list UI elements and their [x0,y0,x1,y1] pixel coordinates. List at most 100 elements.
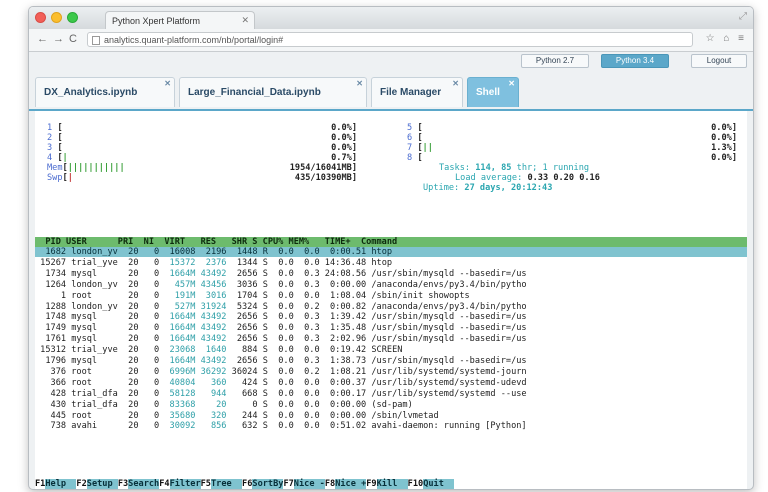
process-s: S [257,279,268,290]
process-mem: 0.3 [293,312,320,323]
function-key-f1[interactable]: F1 [35,479,45,489]
function-key-label[interactable]: Setup [86,479,118,489]
function-key-label[interactable]: Filter [169,479,201,489]
browser-menu-icons[interactable]: ☆ ⌂ ≡ [706,33,747,44]
process-ni: 0 [138,279,160,290]
url-input[interactable]: analytics.quant-platform.com/nb/portal/l… [87,32,693,47]
process-cpu: 0.0 [267,366,294,377]
process-pri: 20 [122,290,139,301]
tab-file-manager[interactable]: File Manager ✕ [371,77,463,107]
function-key-label[interactable]: Help [45,479,77,489]
function-key-f3[interactable]: F3 [118,479,128,489]
process-shr: 244 [226,410,258,421]
mem-meter: Mem[||||||||||| 1954/16041MB] [47,163,357,173]
process-row[interactable]: 376 root 20 0 6996M 36292 36024 S 0.0 0.… [35,367,747,377]
process-row[interactable]: 1264 london_yv 20 0 457M 43456 3036 S 0.… [35,280,747,290]
process-time: 0:00.00 [319,410,367,421]
process-pid: 1796 [35,356,67,366]
process-res: 36292 [195,366,227,377]
reload-button[interactable]: C [69,33,77,45]
close-tab-icon[interactable]: ✕ [508,69,515,99]
process-row[interactable]: 428 trial_dfa 20 0 58128 944 668 S 0.0 0… [35,389,747,399]
close-window-button[interactable] [35,12,46,23]
process-pri: 20 [122,301,139,312]
cpu-meter-6: 6 [0.0%] [407,133,737,143]
process-row[interactable]: 445 root 20 0 35680 320 244 S 0.0 0.0 0:… [35,411,747,421]
process-ni: 0 [138,421,160,432]
tab-shell[interactable]: Shell ✕ [467,77,519,107]
function-key-label[interactable]: Kill [376,479,408,489]
process-pri: 20 [122,356,139,366]
function-key-label[interactable]: Tree [210,479,243,489]
back-button[interactable]: ← [37,33,48,45]
process-pri: 20 [122,410,139,421]
tab-dx-analytics[interactable]: DX_Analytics.ipynb ✕ [35,77,175,107]
process-mem: 0.0 [293,399,320,410]
terminal[interactable]: 1 [0.0%] 2 [0.0%] 3 [0.0%] 4 [| 0.7%] 5 [… [35,111,747,489]
process-ni: 0 [138,377,160,388]
logout-button[interactable]: Logout [691,54,747,68]
maximize-window-button[interactable] [67,12,78,23]
process-row[interactable]: 15312 trial_yve 20 0 23068 1640 884 S 0.… [35,345,747,355]
process-s: S [257,301,268,312]
process-pri: 20 [122,388,139,399]
process-ni: 0 [138,410,160,421]
forward-button[interactable]: → [53,33,64,45]
page-icon [92,36,100,45]
function-key-f10[interactable]: F10 [408,479,424,489]
function-key-f7[interactable]: F7 [283,479,293,489]
function-key-f6[interactable]: F6 [242,479,252,489]
python27-button[interactable]: Python 2.7 [521,54,589,68]
process-s: S [257,290,268,301]
function-key-label[interactable]: Quit [423,479,455,489]
function-key-label[interactable]: Search [128,479,160,489]
function-key-f2[interactable]: F2 [76,479,86,489]
process-row[interactable]: 1288 london_yv 20 0 527M 31924 5324 S 0.… [35,302,747,312]
process-row[interactable]: 1682 london_yv 20 0 16008 2196 1448 R 0.… [35,247,747,257]
process-pid: 15267 [35,257,67,268]
process-pri: 20 [122,421,139,432]
close-tab-icon[interactable]: ✕ [241,15,249,26]
process-virt: 83368 [159,399,196,410]
process-row[interactable]: 15267 trial_yve 20 0 15372 2376 1344 S 0… [35,258,747,268]
process-time: 14:36.48 [319,257,367,268]
function-key-f9[interactable]: F9 [366,479,376,489]
process-res: 1640 [195,345,227,356]
close-tab-icon[interactable]: ✕ [164,69,171,99]
browser-tab[interactable]: Python Xpert Platform ✕ [105,11,255,29]
process-table-header[interactable]: PID USER PRI NI VIRT RES SHR S CPU% MEM%… [35,237,747,247]
fullscreen-icon[interactable]: ⤢ [739,11,747,22]
close-tab-icon[interactable]: ✕ [356,69,363,99]
process-res: 43492 [195,323,227,334]
process-ni: 0 [138,345,160,356]
process-row[interactable]: 1749 mysql 20 0 1664M 43492 2656 S 0.0 0… [35,323,747,333]
function-key-label[interactable]: Nice - [293,479,325,489]
process-row[interactable]: 1748 mysql 20 0 1664M 43492 2656 S 0.0 0… [35,312,747,322]
process-shr: 36024 [226,366,258,377]
uptime: Uptime: 27 days, 20:12:43 [423,183,553,193]
tab-large-financial-data[interactable]: Large_Financial_Data.ipynb ✕ [179,77,367,107]
function-key-f5[interactable]: F5 [201,479,211,489]
process-row[interactable]: 738 avahi 20 0 30092 856 632 S 0.0 0.0 0… [35,421,747,431]
process-row[interactable]: 1 root 20 0 191M 3016 1704 S 0.0 0.0 1:0… [35,291,747,301]
process-row[interactable]: 430 trial_dfa 20 0 83368 20 0 S 0.0 0.0 … [35,400,747,410]
process-row[interactable]: 1796 mysql 20 0 1664M 43492 2656 S 0.0 0… [35,356,747,366]
process-row[interactable]: 366 root 20 0 40804 360 424 S 0.0 0.0 0:… [35,378,747,388]
close-tab-icon[interactable]: ✕ [452,69,459,99]
tab-label: Large_Financial_Data.ipynb [188,87,321,98]
python34-button[interactable]: Python 3.4 [601,54,669,68]
minimize-window-button[interactable] [51,12,62,23]
process-res: 2196 [195,247,227,257]
process-user: root [66,410,123,421]
process-user: avahi [66,421,123,432]
function-key-label[interactable]: SortBy [252,479,284,489]
function-key-f4[interactable]: F4 [159,479,169,489]
process-pid: 366 [35,377,67,388]
function-key-label[interactable]: Nice + [335,479,367,489]
process-time: 0:00.51 [319,247,367,257]
process-row[interactable]: 1761 mysql 20 0 1664M 43492 2656 S 0.0 0… [35,334,747,344]
process-row[interactable]: 1734 mysql 20 0 1664M 43492 2656 S 0.0 0… [35,269,747,279]
process-res: 31924 [195,301,227,312]
process-cmd: /usr/sbin/mysqld --basedir=/us [366,334,527,345]
function-key-f8[interactable]: F8 [325,479,335,489]
